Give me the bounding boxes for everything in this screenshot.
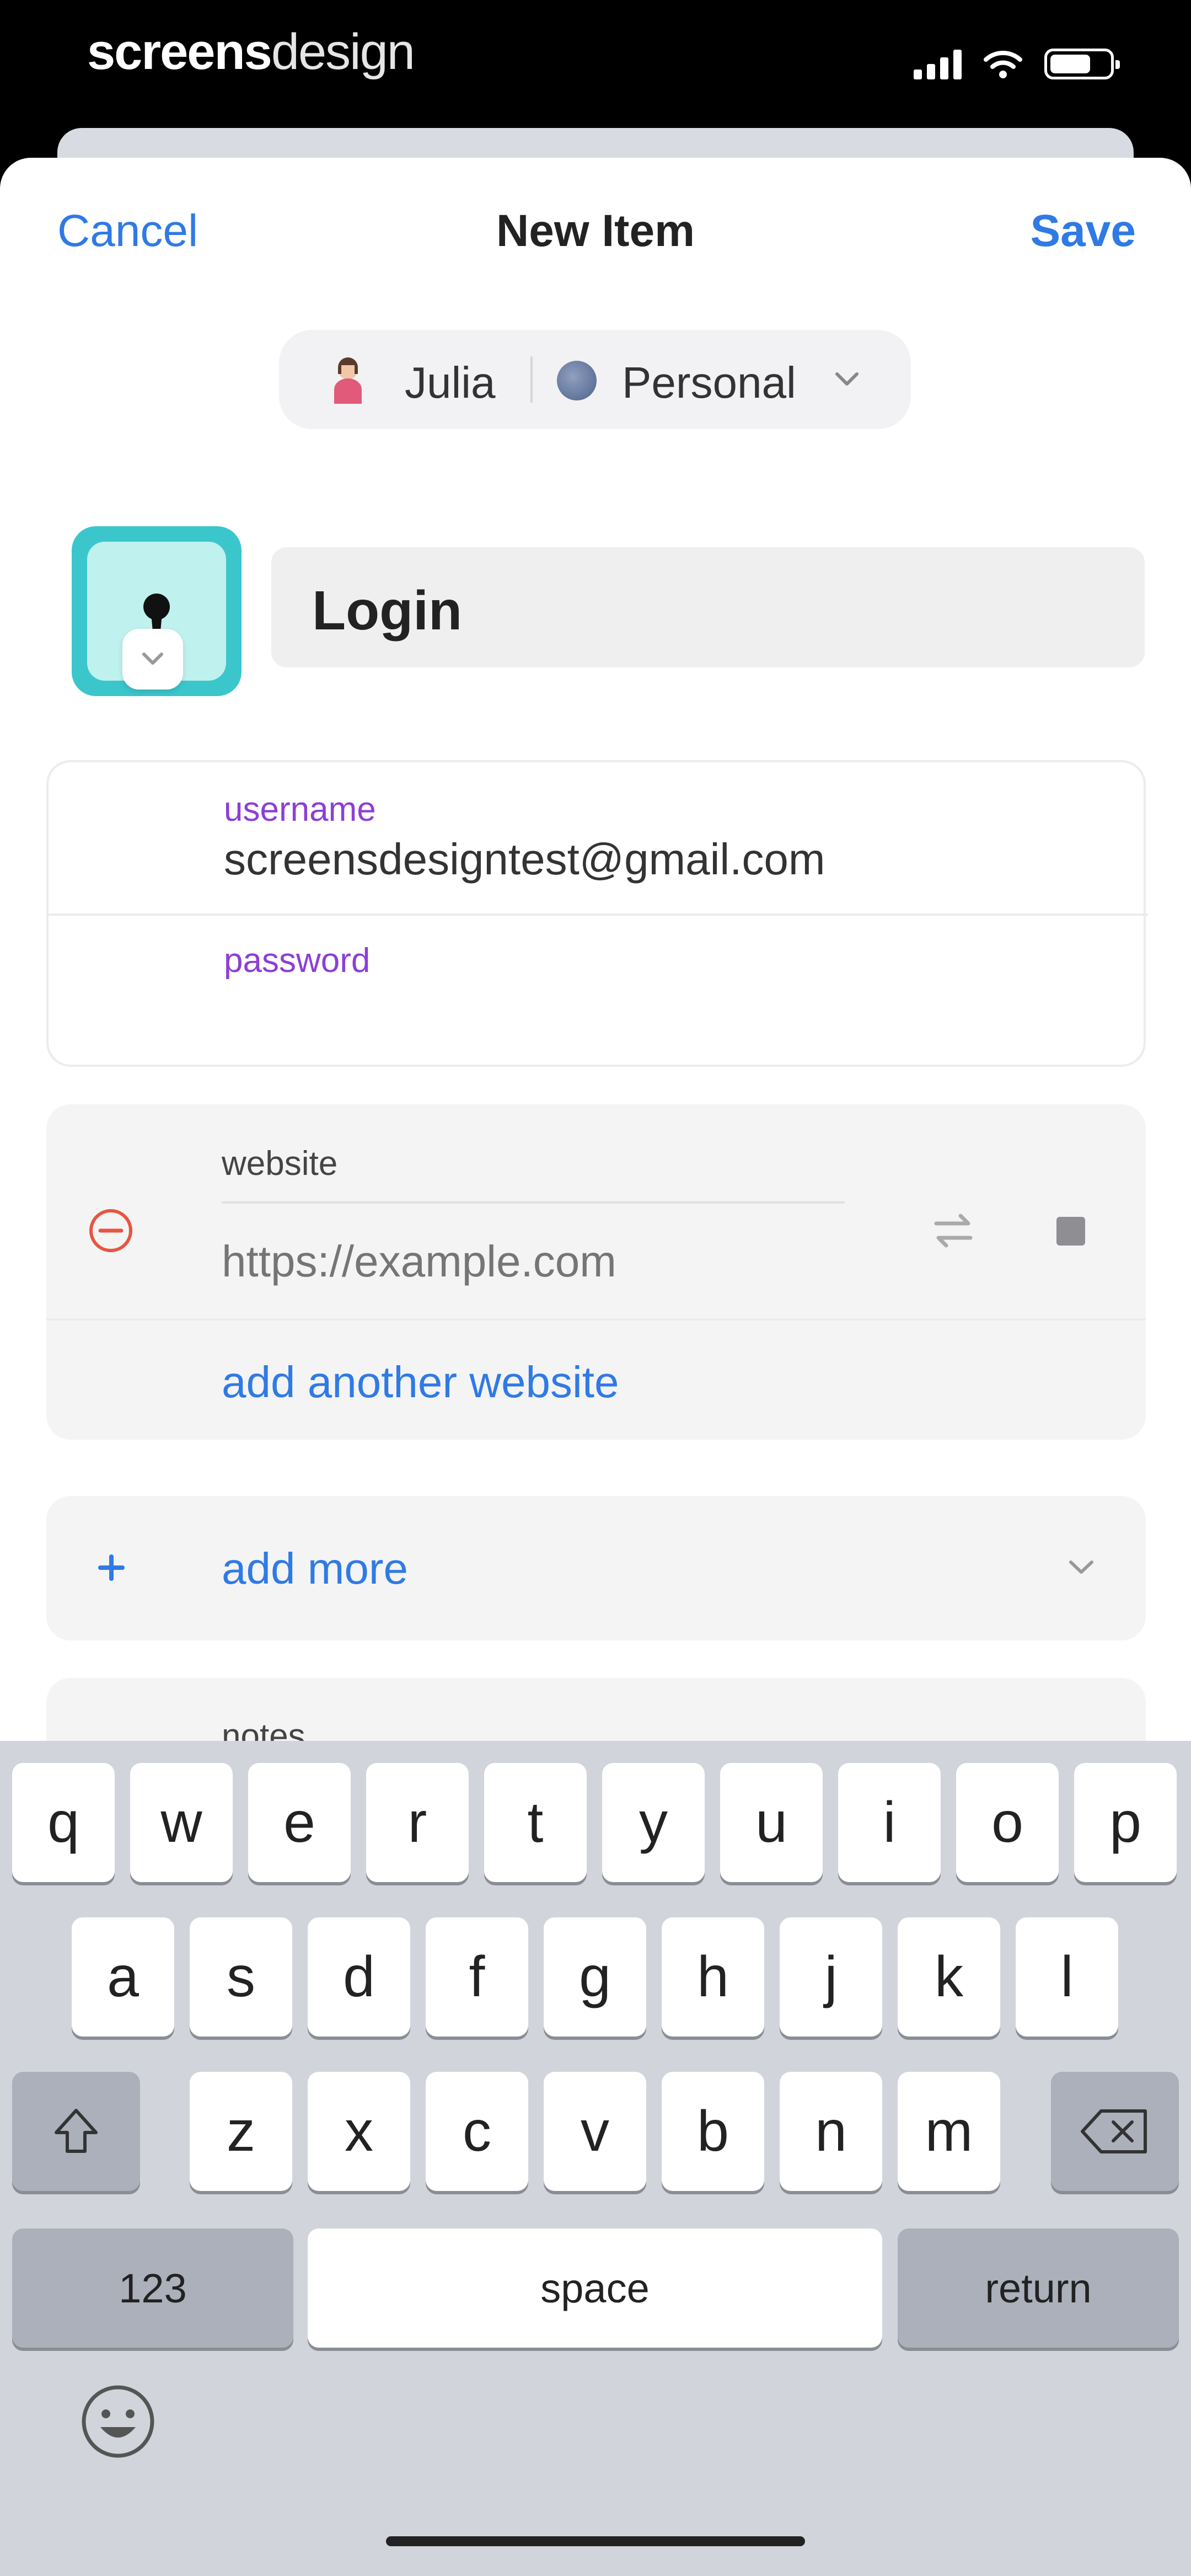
return-key[interactable]: return	[898, 2228, 1179, 2348]
key-e[interactable]: e	[248, 1763, 351, 1882]
key-t[interactable]: t	[484, 1763, 587, 1882]
key-f[interactable]: f	[426, 1917, 528, 2037]
chevron-down-icon	[142, 653, 163, 665]
key-i[interactable]: i	[838, 1763, 941, 1882]
key-r[interactable]: r	[366, 1763, 469, 1882]
key-m[interactable]: m	[898, 2072, 1000, 2191]
wifi-icon	[984, 51, 1022, 78]
key-k[interactable]: k	[898, 1917, 1000, 2037]
numbers-key[interactable]: 123	[12, 2228, 293, 2348]
username-label: username	[224, 790, 376, 829]
item-title-field[interactable]: Login	[271, 547, 1145, 667]
backspace-key[interactable]	[1051, 2072, 1179, 2191]
brand-light: design	[271, 24, 415, 80]
page-title: New Item	[496, 206, 695, 256]
shift-key[interactable]	[12, 2072, 140, 2191]
website-card: website add another website	[46, 1104, 1146, 2372]
brand-watermark: screensdesign	[87, 23, 415, 81]
chevron-down-icon	[835, 372, 859, 386]
chevron-down-icon	[1069, 1560, 1093, 1574]
battery-icon	[1044, 49, 1120, 79]
key-a[interactable]: a	[72, 1917, 174, 2037]
username-field[interactable]: screensdesigntest@gmail.com	[224, 834, 825, 885]
shift-icon	[55, 2109, 98, 2153]
emoji-icon[interactable]	[77, 2381, 159, 2462]
key-o[interactable]: o	[956, 1763, 1059, 1882]
key-c[interactable]: c	[426, 2072, 528, 2191]
password-field[interactable]	[224, 983, 1051, 1038]
vault-name: Personal	[622, 358, 796, 407]
signal-icon	[914, 49, 962, 79]
add-more-label: add more	[222, 1544, 408, 1593]
avatar-icon	[334, 357, 362, 404]
status-bar: screensdesign	[0, 0, 1191, 127]
status-icons	[914, 49, 1120, 79]
key-y[interactable]: y	[602, 1763, 705, 1882]
website-label: website	[222, 1145, 338, 1183]
plus-icon	[98, 1554, 125, 1581]
space-key[interactable]: space	[308, 2228, 882, 2348]
key-n[interactable]: n	[780, 2072, 882, 2191]
key-z[interactable]: z	[190, 2072, 292, 2191]
key-x[interactable]: x	[308, 2072, 410, 2191]
key-p[interactable]: p	[1074, 1763, 1177, 1882]
key-l[interactable]: l	[1016, 1917, 1118, 2037]
brand-bold: screens	[87, 24, 272, 80]
remove-circle-icon[interactable]	[86, 1206, 136, 1255]
key-b[interactable]: b	[662, 2072, 764, 2191]
login-credentials-card: username screensdesigntest@gmail.com pas…	[46, 760, 1148, 1067]
add-more-row[interactable]: add more	[46, 1496, 1146, 1640]
key-v[interactable]: v	[544, 2072, 646, 2191]
backspace-icon	[1081, 2109, 1147, 2153]
key-h[interactable]: h	[662, 1917, 764, 2037]
key-d[interactable]: d	[308, 1917, 410, 2037]
add-another-website-button[interactable]: add another website	[222, 1357, 619, 1408]
field-divider	[49, 913, 1148, 916]
pill-divider	[530, 356, 533, 403]
vault-selector[interactable]: Julia Personal	[279, 330, 911, 429]
website-input[interactable]	[222, 1231, 845, 1292]
item-title-value: Login	[312, 580, 463, 642]
key-j[interactable]: j	[780, 1917, 882, 2037]
home-indicator	[386, 2536, 805, 2546]
key-q[interactable]: q	[12, 1763, 115, 1882]
password-label: password	[224, 942, 371, 980]
stop-icon[interactable]	[1054, 1215, 1087, 1248]
website-underline	[222, 1201, 845, 1204]
nav-bar: Cancel New Item Save	[0, 158, 1191, 318]
swap-icon[interactable]	[929, 1206, 978, 1255]
key-s[interactable]: s	[190, 1917, 292, 2037]
account-name: Julia	[405, 358, 496, 407]
key-w[interactable]: w	[130, 1763, 233, 1882]
website-divider	[46, 1318, 1146, 1321]
key-g[interactable]: g	[544, 1917, 646, 2037]
save-button[interactable]: Save	[1030, 205, 1136, 257]
icon-dropdown-button[interactable]	[122, 629, 183, 690]
key-u[interactable]: u	[720, 1763, 823, 1882]
vault-icon	[557, 361, 597, 400]
